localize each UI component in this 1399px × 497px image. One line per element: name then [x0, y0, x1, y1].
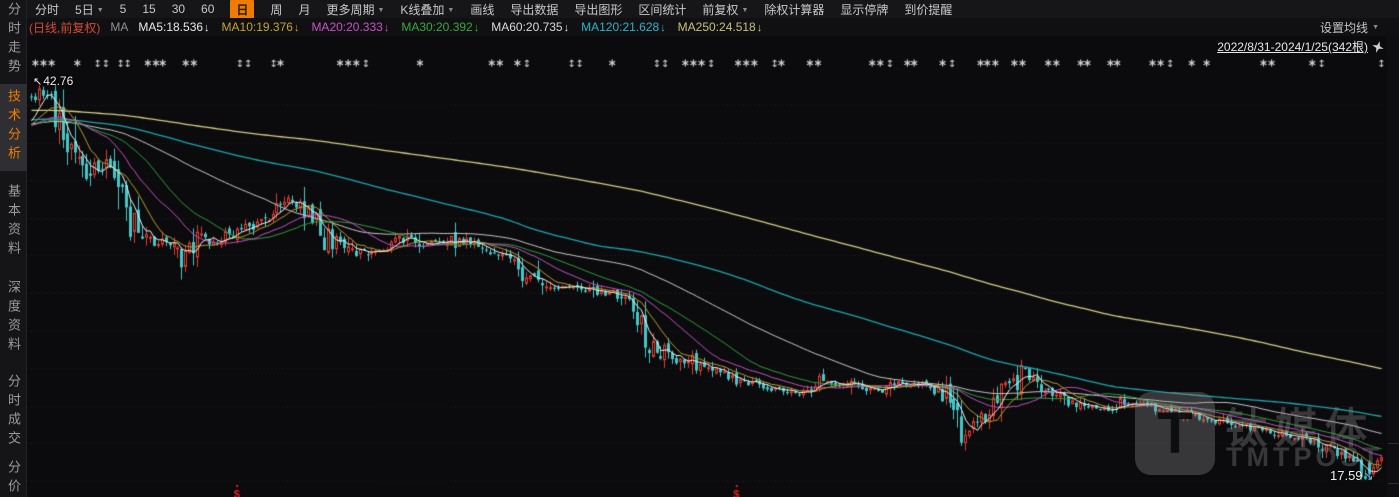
sidebar-item-label: 技术分析 [0, 89, 27, 165]
toolbar-item-4[interactable]: 15 [134, 2, 163, 16]
period-toolbar: 分时5日▼5153060日周月更多周期▼K线叠加▼画线导出数据导出图形区间统计前… [27, 0, 1399, 18]
ma-value-2: MA10:19.376↓ [222, 20, 300, 34]
toolbar-item-label: 更多周期 [326, 1, 374, 18]
kline-canvas[interactable] [27, 36, 1387, 497]
ma-settings-button[interactable]: 设置均线 ▼ [1320, 19, 1379, 36]
ma-value-1: MA5:18.536↓ [138, 20, 209, 34]
trend-down-icon: ↓ [294, 22, 300, 34]
toolbar-item-label: 周 [270, 1, 282, 18]
toolbar-item-18[interactable]: 显示停牌 [832, 1, 896, 18]
sidebar-item-label: 深度资料 [0, 280, 27, 356]
toolbar-item-label: 60 [201, 2, 214, 16]
toolbar-item-label: 前复权 [702, 1, 738, 18]
chevron-down-icon: ▼ [377, 7, 384, 14]
toolbar-item-8[interactable]: 周 [262, 1, 290, 18]
toolbar-item-16[interactable]: 前复权▼ [694, 1, 756, 18]
ma-legend-bar: (日线,前复权) MA MA5:18.536↓ MA10:19.376↓ MA20:… [27, 18, 1399, 36]
toolbar-item-3[interactable]: 5 [112, 2, 135, 16]
ma-value-6: MA120:21.628↓ [581, 20, 666, 34]
trend-down-icon: ↓ [474, 22, 480, 34]
toolbar-item-label: 分时 [35, 1, 59, 18]
right-strip-divider [1388, 483, 1399, 484]
left-sidebar: 分时走势技术分析基本资料深度资料分时成交分价表 [0, 0, 27, 497]
sidebar-item-5[interactable]: 分时成交 [0, 374, 27, 453]
toolbar-item-label: 30 [172, 2, 185, 16]
chevron-down-icon: ▼ [97, 7, 104, 14]
toolbar-item-17[interactable]: 除权计算器 [756, 1, 832, 18]
trend-down-icon: ↓ [384, 22, 390, 34]
toolbar-item-label: 导出数据 [510, 1, 558, 18]
toolbar-item-5[interactable]: 30 [164, 2, 193, 16]
toolbar-item-label: 5 [120, 2, 127, 16]
pin-icon[interactable] [1372, 41, 1384, 53]
toolbar-item-19[interactable]: 到价提醒 [896, 1, 960, 18]
toolbar-item-label: 到价提醒 [904, 1, 952, 18]
sidebar-item-2[interactable]: 技术分析 [0, 84, 27, 171]
toolbar-item-1[interactable]: 分时 [27, 1, 67, 18]
toolbar-item-label: 显示停牌 [840, 1, 888, 18]
right-strip-divider [1388, 443, 1399, 444]
chevron-down-icon: ▼ [1372, 24, 1379, 31]
peak-arrow-icon: ↖ [33, 76, 42, 88]
trend-down-icon: ↓ [204, 22, 210, 34]
ma-prefix-label: MA [110, 20, 128, 34]
ma-value-7: MA250:24.518↓ [678, 20, 763, 34]
toolbar-item-label: 区间统计 [638, 1, 686, 18]
kline-mode-label: (日线,前复权) [29, 19, 100, 36]
toolbar-item-label: 画线 [470, 1, 494, 18]
sidebar-item-label: 基本资料 [0, 184, 27, 260]
ma-value-5: MA60:20.735↓ [491, 20, 569, 34]
low-arrow-icon: ↘ [1364, 469, 1374, 483]
toolbar-item-9[interactable]: 月 [290, 1, 318, 18]
toolbar-item-11[interactable]: K线叠加▼ [392, 1, 462, 18]
chevron-down-icon: ▼ [447, 7, 454, 14]
ma-values: MA5:18.536↓ MA10:19.376↓ MA20:20.333↓ MA30:… [138, 20, 774, 34]
ma-value-3: MA20:20.333↓ [311, 20, 389, 34]
low-price-label: 17.59↘ [1330, 468, 1374, 483]
toolbar-item-10[interactable]: 更多周期▼ [318, 1, 392, 18]
trend-down-icon: ↓ [660, 22, 666, 34]
toolbar-item-13[interactable]: 导出数据 [502, 1, 566, 18]
date-range-link[interactable]: 2022/8/31-2024/1/25(342根) [1217, 38, 1368, 55]
toolbar-item-label: 日 [236, 1, 248, 18]
toolbar-item-15[interactable]: 区间统计 [630, 1, 694, 18]
peak-price-label: ↖42.76 [33, 74, 73, 88]
toolbar-item-14[interactable]: 导出图形 [566, 1, 630, 18]
ma-value-4: MA30:20.392↓ [401, 20, 479, 34]
sidebar-item-label: 分时成交 [0, 374, 27, 450]
sidebar-item-label: 分价表 [0, 460, 27, 497]
toolbar-item-6[interactable]: 60 [193, 2, 222, 16]
toolbar-item-label: K线叠加 [400, 1, 444, 18]
sidebar-item-label: 分时走势 [0, 2, 27, 78]
sidebar-item-4[interactable]: 深度资料 [0, 280, 27, 359]
toolbar-item-label: 15 [142, 2, 155, 16]
stock-chart-app: 分时走势技术分析基本资料深度资料分时成交分价表 分时5日▼5153060日周月更… [0, 0, 1399, 497]
sidebar-item-6[interactable]: 分价表 [0, 460, 27, 497]
chevron-down-icon: ▼ [741, 7, 748, 14]
trend-down-icon: ↓ [757, 22, 763, 34]
toolbar-item-label: 月 [298, 1, 310, 18]
kline-chart: ↖42.76 17.59↘ 2022/8/31-2024/1/25(342根) … [27, 36, 1387, 497]
sidebar-item-1[interactable]: 分时走势 [0, 2, 27, 81]
toolbar-item-7[interactable]: 日 [230, 0, 254, 18]
sidebar-item-3[interactable]: 基本资料 [0, 184, 27, 263]
toolbar-item-2[interactable]: 5日▼ [67, 1, 112, 18]
toolbar-item-label: 5日 [75, 1, 94, 18]
toolbar-item-label: 导出图形 [574, 1, 622, 18]
date-range: 2022/8/31-2024/1/25(342根) [1217, 38, 1384, 55]
trend-down-icon: ↓ [564, 22, 570, 34]
toolbar-item-label: 除权计算器 [764, 1, 824, 18]
toolbar-item-12[interactable]: 画线 [462, 1, 502, 18]
ma-settings-label: 设置均线 [1320, 19, 1368, 36]
